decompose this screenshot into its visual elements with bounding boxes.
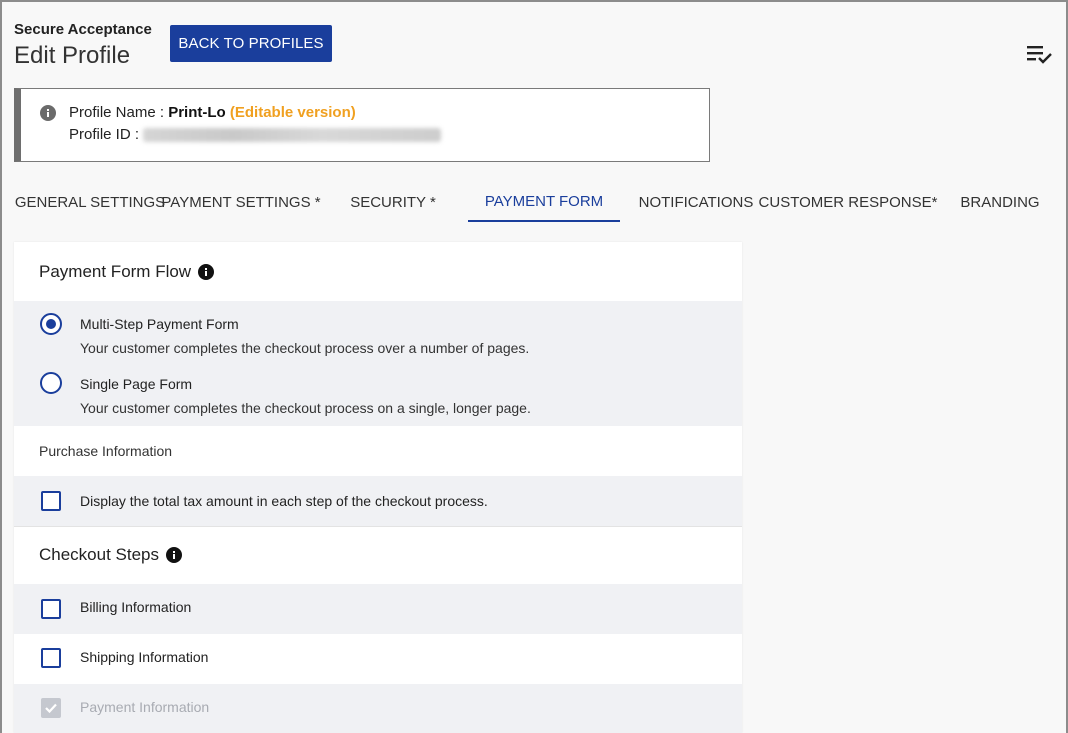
tax-amount-label: Display the total tax amount in each ste… — [80, 493, 488, 509]
profile-name-label: Profile Name : — [69, 104, 165, 121]
profile-id-label: Profile ID : — [69, 126, 140, 143]
back-to-profiles-button[interactable]: BACK TO PROFILES — [170, 25, 332, 62]
checkout-steps-title: Checkout Steps — [39, 545, 183, 565]
tab-payment-form[interactable]: PAYMENT FORM — [468, 182, 620, 222]
billing-information-row: Billing Information — [14, 584, 742, 634]
page-title: Edit Profile — [14, 42, 131, 69]
profile-info-box: Profile Name : Print-Lo (Editable versio… — [14, 88, 710, 162]
checkmark-icon — [45, 703, 57, 714]
info-icon — [40, 105, 56, 121]
single-page-label: Single Page Form — [80, 376, 193, 392]
app-name: Secure Acceptance — [14, 21, 152, 38]
multi-step-radio[interactable] — [40, 313, 62, 335]
profile-id-value-redacted — [143, 127, 442, 142]
tab-security[interactable]: SECURITY * — [344, 182, 442, 222]
payment-form-flow-title-text: Payment Form Flow — [39, 262, 192, 281]
info-icon[interactable] — [198, 264, 215, 280]
shipping-information-row: Shipping Information — [14, 634, 742, 684]
purchase-information-header: Purchase Information — [14, 426, 742, 476]
tab-notifications[interactable]: NOTIFICATIONS — [638, 182, 754, 222]
payment-form-panel: Payment Form Flow Multi-Step Payment For… — [14, 242, 742, 733]
payment-form-flow-header: Payment Form Flow — [14, 242, 742, 301]
tab-payment-settings[interactable]: PAYMENT SETTINGS * — [161, 182, 320, 222]
billing-information-checkbox[interactable] — [41, 599, 61, 619]
payment-information-checkbox — [41, 698, 61, 718]
tax-amount-row: Display the total tax amount in each ste… — [14, 476, 742, 526]
single-page-description: Your customer completes the checkout pro… — [80, 400, 531, 416]
tab-general-settings[interactable]: GENERAL SETTINGS — [15, 182, 165, 222]
tax-amount-checkbox[interactable] — [41, 491, 61, 511]
tab-branding[interactable]: BRANDING — [954, 182, 1046, 222]
checkout-steps-title-text: Checkout Steps — [39, 545, 160, 564]
checkout-steps-header: Checkout Steps — [14, 527, 742, 584]
multi-step-description: Your customer completes the checkout pro… — [80, 340, 530, 356]
tab-bar: GENERAL SETTINGS PAYMENT SETTINGS * SECU… — [0, 182, 1068, 224]
tab-customer-response[interactable]: CUSTOMER RESPONSE* — [759, 182, 938, 222]
info-icon[interactable] — [166, 547, 183, 563]
profile-id-row: Profile ID : — [69, 126, 442, 143]
billing-information-label: Billing Information — [80, 599, 192, 615]
menu-check-icon[interactable] — [1024, 42, 1054, 66]
payment-form-flow-title: Payment Form Flow — [39, 262, 215, 282]
shipping-information-label: Shipping Information — [80, 649, 209, 665]
payment-information-label: Payment Information — [80, 699, 210, 715]
single-page-radio[interactable] — [40, 372, 62, 394]
purchase-information-title: Purchase Information — [39, 443, 173, 459]
payment-information-row: Payment Information — [14, 684, 742, 733]
multi-step-label: Multi-Step Payment Form — [80, 316, 239, 332]
editable-version-tag: (Editable version) — [229, 104, 356, 121]
shipping-information-checkbox[interactable] — [41, 648, 61, 668]
payment-form-flow-options: Multi-Step Payment Form Your customer co… — [14, 301, 742, 426]
profile-name-value: Print-Lo — [168, 104, 226, 121]
profile-name-row: Profile Name : Print-Lo (Editable versio… — [69, 104, 356, 121]
